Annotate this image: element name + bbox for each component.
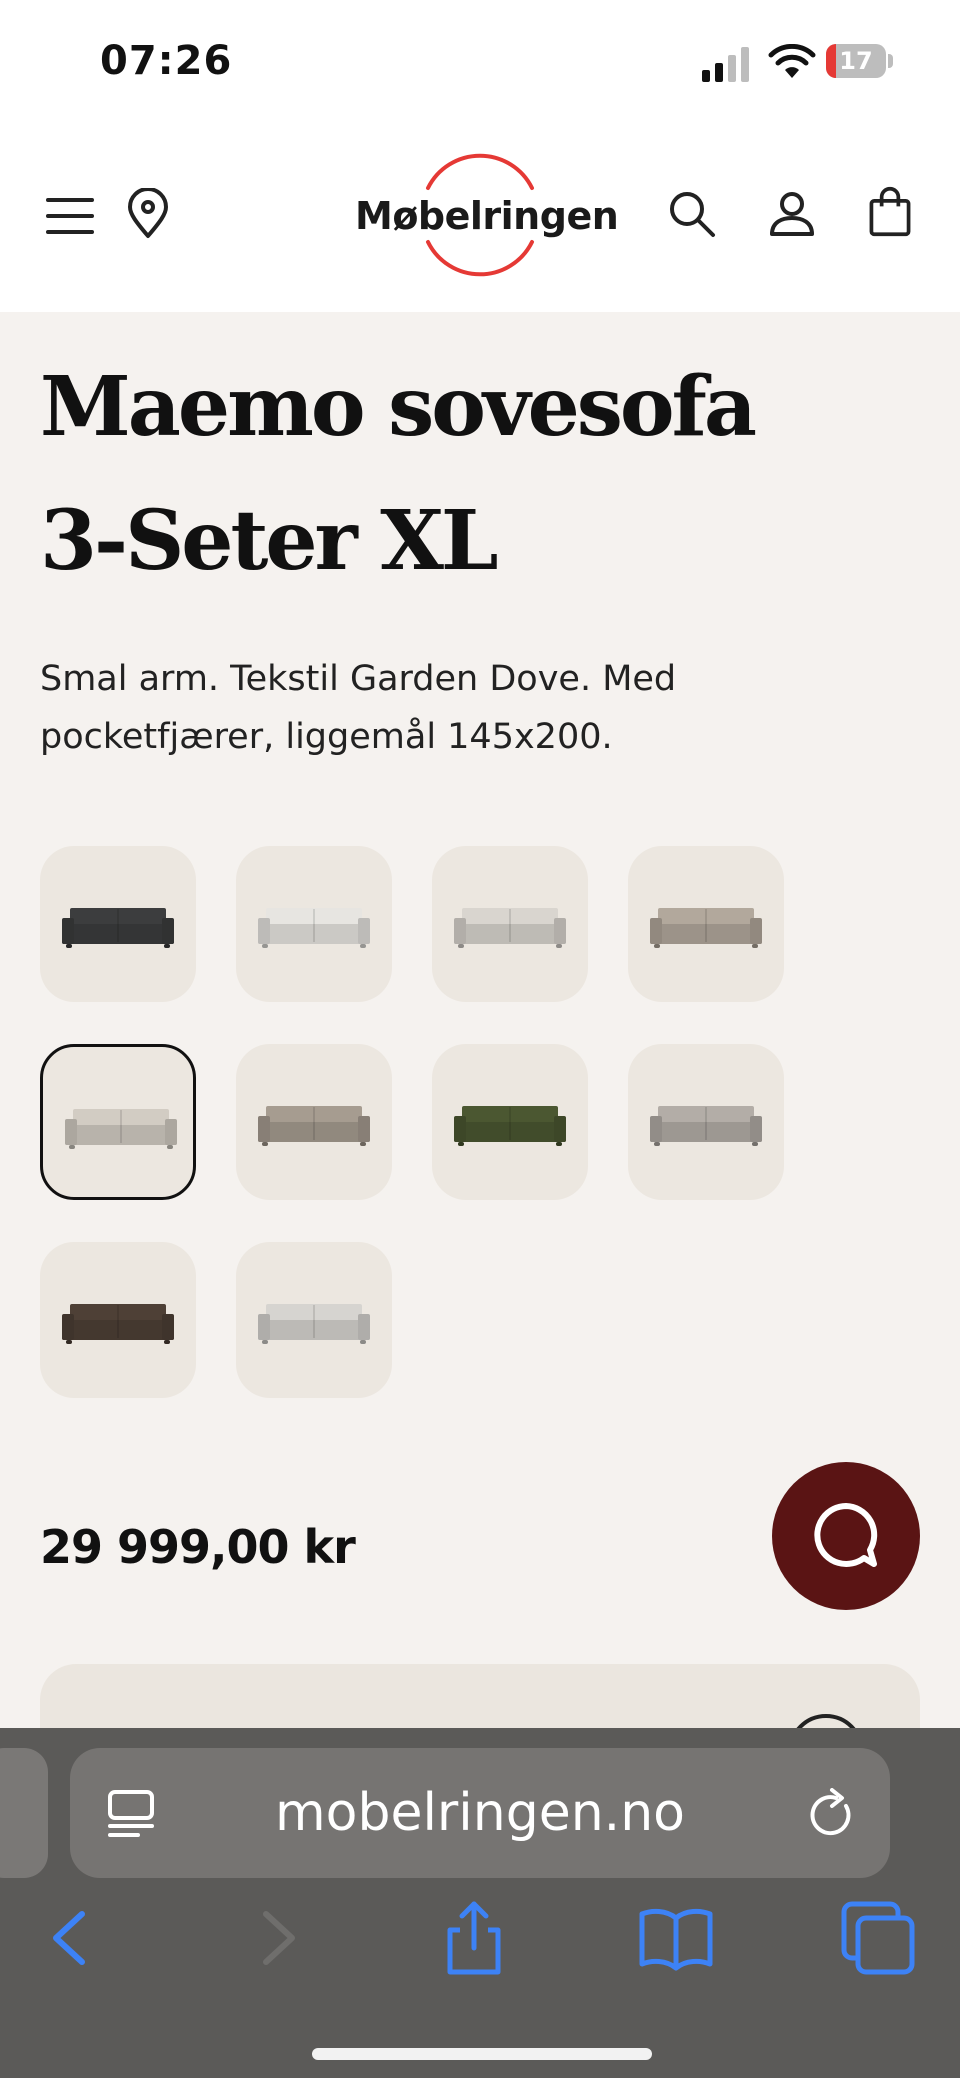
search-icon[interactable] <box>666 188 718 240</box>
sofa-icon <box>650 1106 762 1146</box>
product-price: 29 999,00 kr <box>40 1520 356 1574</box>
color-swatch[interactable] <box>236 1044 392 1200</box>
back-icon[interactable] <box>30 1898 110 1978</box>
wifi-icon <box>768 44 816 78</box>
account-icon[interactable] <box>766 188 818 240</box>
sofa-icon <box>258 1304 370 1344</box>
tabs-icon[interactable] <box>838 1898 918 1978</box>
sofa-icon <box>258 908 370 948</box>
color-swatch[interactable] <box>40 1242 196 1398</box>
location-icon[interactable] <box>122 188 174 240</box>
battery-level: 17 <box>839 47 873 75</box>
share-icon[interactable] <box>434 1898 514 1978</box>
color-swatch[interactable] <box>432 846 588 1002</box>
color-swatch[interactable] <box>40 1044 196 1200</box>
sofa-icon <box>650 908 762 948</box>
color-swatch[interactable] <box>628 1044 784 1200</box>
sofa-icon <box>62 908 174 948</box>
color-swatch[interactable] <box>628 846 784 1002</box>
color-swatch[interactable] <box>236 1242 392 1398</box>
forward-icon[interactable] <box>238 1898 318 1978</box>
signal-icon <box>702 47 749 82</box>
cart-icon[interactable] <box>864 186 916 238</box>
status-time: 07:26 <box>100 38 233 84</box>
sofa-icon <box>258 1106 370 1146</box>
color-swatch[interactable] <box>40 846 196 1002</box>
home-indicator <box>312 2048 652 2060</box>
color-swatches <box>40 846 840 1406</box>
sofa-icon <box>62 1304 174 1344</box>
browser-toolbar: mobelringen.no <box>0 1728 960 2078</box>
product-title: Maemo sovesofa 3-Seter XL <box>40 359 757 589</box>
reader-icon[interactable] <box>106 1788 156 1842</box>
product-description: Smal arm. Tekstil Garden Dove. Med pocke… <box>40 659 677 757</box>
previous-tab-preview[interactable] <box>0 1748 48 1878</box>
battery-icon: 17 <box>826 44 894 80</box>
site-header: Møbelringen <box>0 120 960 312</box>
color-swatch[interactable] <box>432 1044 588 1200</box>
sofa-icon <box>454 908 566 948</box>
status-bar: 07:26 17 <box>0 0 960 120</box>
sofa-icon <box>454 1106 566 1146</box>
menu-icon[interactable] <box>44 190 96 242</box>
logo-text: Møbelringen <box>355 194 619 238</box>
color-swatch[interactable] <box>236 846 392 1002</box>
chat-button[interactable] <box>772 1462 920 1610</box>
site-logo[interactable]: Møbelringen <box>355 150 619 280</box>
chat-icon <box>814 1503 878 1567</box>
address-bar[interactable]: mobelringen.no <box>70 1748 890 1878</box>
bookmarks-icon[interactable] <box>636 1898 716 1978</box>
url-text[interactable]: mobelringen.no <box>180 1748 780 1878</box>
reload-icon[interactable] <box>806 1788 858 1842</box>
sofa-icon <box>65 1109 177 1149</box>
